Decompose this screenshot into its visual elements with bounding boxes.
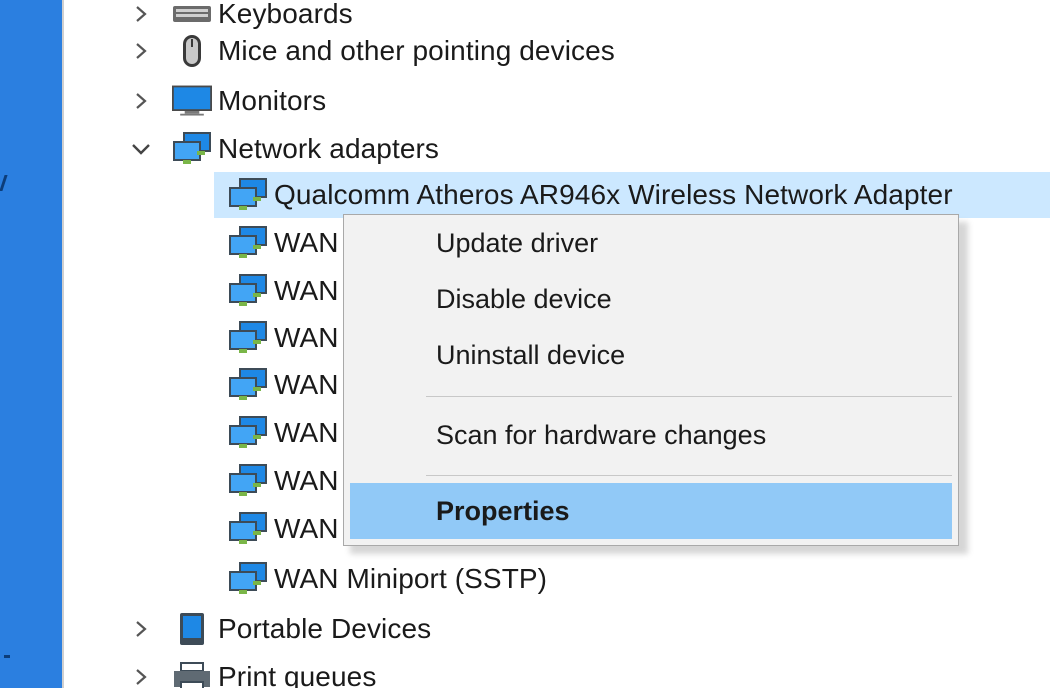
tree-item-wan-miniport-sstp[interactable]: WAN Miniport (SSTP) (228, 556, 547, 602)
monitor-icon (172, 78, 212, 124)
menu-item-uninstall-device[interactable]: Uninstall device (350, 327, 952, 383)
pane-divider[interactable] (62, 0, 64, 688)
tree-item-label: WAN (274, 369, 339, 400)
menu-item-scan-hardware[interactable]: Scan for hardware changes (350, 407, 952, 463)
network-adapter-icon (172, 126, 212, 172)
network-adapter-icon (228, 172, 268, 218)
menu-separator (426, 475, 952, 476)
tree-item-label: WAN (274, 275, 339, 306)
tree-item-label: WAN (274, 513, 339, 544)
chevron-right-icon[interactable] (130, 28, 152, 74)
network-adapter-icon (228, 315, 268, 361)
tree-item-label: WAN (274, 465, 339, 496)
chevron-down-icon[interactable] (130, 126, 152, 172)
left-pane-edge (0, 0, 62, 688)
printer-icon (172, 654, 212, 688)
network-adapter-icon (228, 410, 268, 456)
network-adapter-icon (228, 556, 268, 602)
tree-item-mice[interactable]: Mice and other pointing devices (130, 28, 615, 74)
tree-item-portable-devices[interactable]: Portable Devices (130, 606, 431, 652)
tree-item-label: Keyboards (218, 0, 353, 29)
tree-item-wan-miniport[interactable]: WAN (228, 410, 339, 456)
tree-item-label: Monitors (218, 85, 327, 116)
network-adapter-icon (228, 268, 268, 314)
mouse-icon (172, 28, 212, 74)
tree-item-monitors[interactable]: Monitors (130, 78, 326, 124)
menu-item-label: Properties (436, 495, 570, 526)
menu-item-label: Disable device (436, 283, 612, 314)
tree-item-qualcomm-adapter[interactable]: Qualcomm Atheros AR946x Wireless Network… (228, 172, 953, 218)
network-adapter-icon (228, 362, 268, 408)
tree-item-wan-miniport[interactable]: WAN (228, 220, 339, 266)
tree-item-label: Qualcomm Atheros AR946x Wireless Network… (274, 179, 953, 210)
tree-item-wan-miniport[interactable]: WAN (228, 362, 339, 408)
tree-item-wan-miniport[interactable]: WAN (228, 506, 339, 552)
left-pane-glyph (4, 655, 10, 658)
chevron-right-icon[interactable] (130, 654, 152, 688)
tree-item-label: WAN Miniport (SSTP) (274, 563, 548, 594)
tree-item-label: WAN (274, 417, 339, 448)
network-adapter-icon (228, 506, 268, 552)
device-manager-window: Keyboards Mice and other pointing device… (0, 0, 1050, 688)
tree-item-wan-miniport[interactable]: WAN (228, 458, 339, 504)
chevron-right-icon[interactable] (130, 78, 152, 124)
chevron-right-icon[interactable] (130, 606, 152, 652)
tree-item-wan-miniport[interactable]: WAN (228, 268, 339, 314)
tree-item-label: Portable Devices (218, 613, 432, 644)
menu-item-label: Update driver (436, 227, 599, 258)
tree-item-print-queues[interactable]: Print queues (130, 654, 376, 688)
tree-item-label: Mice and other pointing devices (218, 35, 615, 66)
tree-item-wan-miniport[interactable]: WAN (228, 315, 339, 361)
context-menu: Update driver Disable device Uninstall d… (343, 214, 959, 546)
network-adapter-icon (228, 458, 268, 504)
tree-item-network-adapters[interactable]: Network adapters (130, 126, 439, 172)
menu-item-disable-device[interactable]: Disable device (350, 271, 952, 327)
tree-item-label: Network adapters (218, 133, 440, 164)
network-adapter-icon (228, 220, 268, 266)
tree-item-label: WAN (274, 227, 339, 258)
portable-device-icon (172, 606, 212, 652)
tree-item-label: Print queues (218, 661, 377, 688)
menu-item-label: Uninstall device (436, 339, 626, 370)
menu-item-update-driver[interactable]: Update driver (350, 215, 952, 271)
menu-separator (426, 396, 952, 397)
menu-item-properties[interactable]: Properties (350, 483, 952, 539)
menu-item-label: Scan for hardware changes (436, 419, 767, 450)
tree-item-label: WAN (274, 322, 339, 353)
